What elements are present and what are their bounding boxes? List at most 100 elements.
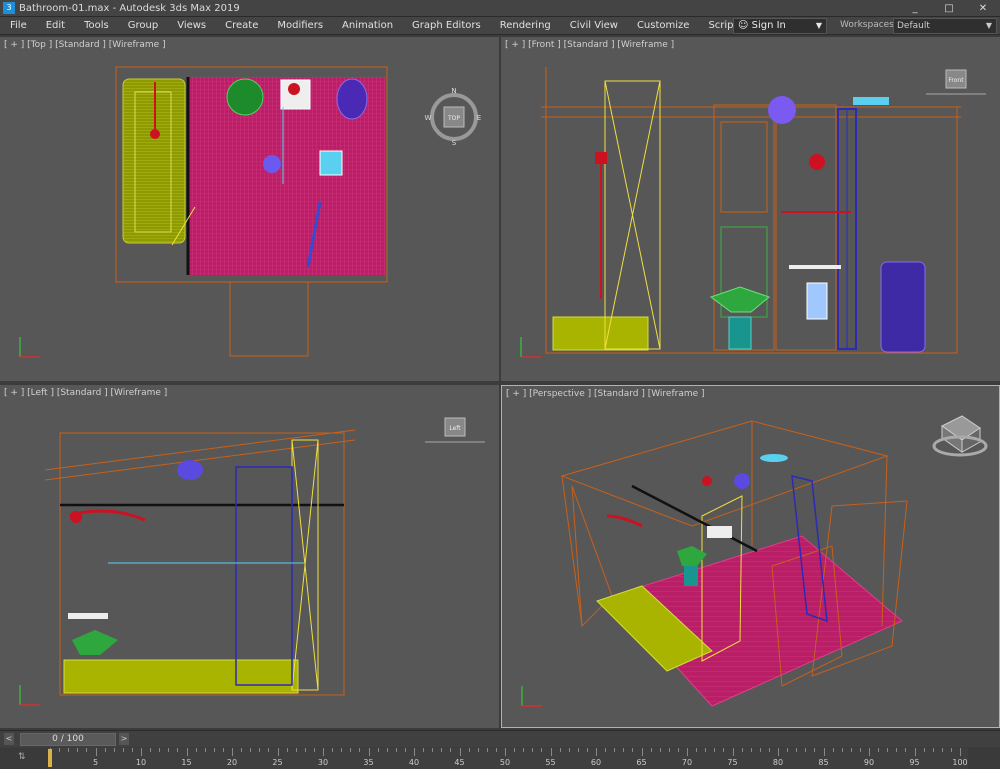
ruler-tick-label: 40 xyxy=(408,758,420,767)
ruler-minor-tick xyxy=(796,748,798,752)
ruler-minor-tick xyxy=(186,748,188,756)
menu-animation[interactable]: Animation xyxy=(342,20,393,31)
frame-counter[interactable]: 0 / 100 xyxy=(20,733,116,746)
menu-edit[interactable]: Edit xyxy=(46,20,65,31)
maximize-button[interactable]: □ xyxy=(932,0,966,17)
track-bar-icon[interactable]: ⇅ xyxy=(18,752,26,762)
minimize-button[interactable]: _ xyxy=(898,0,932,17)
ruler-minor-tick xyxy=(432,748,434,752)
menu-civil-view[interactable]: Civil View xyxy=(570,20,618,31)
viewport-label-top[interactable]: [ + ] [Top ] [Standard ] [Wireframe ] xyxy=(4,40,166,50)
ruler-minor-tick xyxy=(159,748,161,752)
ruler-tick-label: 45 xyxy=(454,758,465,767)
menu-modifiers[interactable]: Modifiers xyxy=(277,20,323,31)
menu-graph-editors[interactable]: Graph Editors xyxy=(412,20,481,31)
axis-gizmo xyxy=(19,337,40,358)
ruler-minor-tick xyxy=(486,748,488,752)
svg-text:Left: Left xyxy=(449,425,461,432)
ruler-minor-tick xyxy=(150,748,152,752)
plant xyxy=(226,78,264,116)
ruler-minor-tick xyxy=(77,748,79,752)
view-cube-left: Left xyxy=(425,417,485,443)
ruler-minor-tick xyxy=(304,748,306,752)
ruler-minor-tick xyxy=(541,748,543,752)
menu-views[interactable]: Views xyxy=(177,20,206,31)
title-bar: 3 Bathroom-01.max - Autodesk 3ds Max 201… xyxy=(0,0,1000,17)
time-slider[interactable]: < 0 / 100 > xyxy=(0,730,1000,747)
ruler-minor-tick xyxy=(113,748,115,752)
sign-in-dropdown[interactable]: ☺ Sign In ▼ xyxy=(733,18,827,34)
ruler-minor-tick xyxy=(514,748,516,752)
svg-text:E: E xyxy=(477,114,481,122)
time-slider-thumb[interactable] xyxy=(48,749,52,767)
window-title: Bathroom-01.max - Autodesk 3ds Max 2019 xyxy=(19,2,240,14)
plant-left xyxy=(72,630,118,655)
ruler-minor-tick xyxy=(696,748,698,752)
menu-customize[interactable]: Customize xyxy=(637,20,690,31)
ruler-minor-tick xyxy=(750,748,752,752)
menu-group[interactable]: Group xyxy=(128,20,158,31)
ruler-minor-tick xyxy=(104,748,106,752)
door-space xyxy=(229,281,309,357)
ruler-minor-tick xyxy=(741,748,743,752)
sink-left xyxy=(68,613,108,619)
viewport-perspective[interactable]: [ + ] [Perspective ] [Standard ] [Wirefr… xyxy=(501,385,1000,728)
ruler-tick-label: 70 xyxy=(681,758,693,767)
track-bar[interactable]: ⇅ 5 10 15 20 25 30 35 40 45 50 55 60 65 70 75 80 85 90 95 1… xyxy=(0,748,1000,769)
ruler-tick-label: 65 xyxy=(636,758,647,767)
view-cube-persp xyxy=(932,415,988,457)
viewport-label-perspective[interactable]: [ + ] [Perspective ] [Standard ] [Wirefr… xyxy=(506,389,705,399)
ruler-tick-label: 20 xyxy=(226,758,238,767)
ruler-tick-label: 85 xyxy=(818,758,829,767)
viewport-label-front[interactable]: [ + ] [Front ] [Standard ] [Wireframe ] xyxy=(505,40,674,50)
ruler-minor-tick xyxy=(859,748,861,752)
ruler-minor-tick xyxy=(395,748,397,752)
menu-rendering[interactable]: Rendering xyxy=(500,20,551,31)
bathtub-left xyxy=(63,659,299,694)
ruler-tick-label: 30 xyxy=(317,758,329,767)
menu-file[interactable]: File xyxy=(10,20,27,31)
menu-tools[interactable]: Tools xyxy=(84,20,109,31)
ruler-minor-tick xyxy=(122,748,124,752)
ruler-minor-tick xyxy=(68,748,70,752)
ruler-tick-label: 50 xyxy=(499,758,511,767)
axis-gizmo xyxy=(521,686,542,707)
ruler-tick-label: 5 xyxy=(92,758,99,767)
ruler-minor-tick xyxy=(332,748,334,752)
ruler-minor-tick xyxy=(168,748,170,752)
ruler-minor-tick xyxy=(341,748,343,752)
ruler-minor-tick xyxy=(659,748,661,752)
ruler-minor-tick xyxy=(450,748,452,752)
viewport-left[interactable]: [ + ] [Left ] [Standard ] [Wireframe ] L… xyxy=(0,385,499,728)
ruler-minor-tick xyxy=(805,748,807,752)
ruler-minor-tick xyxy=(723,748,725,752)
ruler-tick-label: 35 xyxy=(363,758,374,767)
time-prev-button[interactable]: < xyxy=(4,733,14,745)
ruler-minor-tick xyxy=(177,748,179,752)
svg-text:Front: Front xyxy=(948,77,964,84)
ruler-minor-tick xyxy=(941,748,943,752)
ruler-minor-tick xyxy=(423,748,425,752)
workspaces-value: Default xyxy=(897,21,930,31)
viewport-top[interactable]: [ + ] [Top ] [Standard ] [Wireframe ] TO… xyxy=(0,37,499,381)
ruler-minor-tick xyxy=(668,748,670,752)
ruler-minor-tick xyxy=(86,748,88,752)
ruler-minor-tick xyxy=(878,748,880,752)
ruler-minor-tick xyxy=(59,748,61,752)
ruler-minor-tick xyxy=(869,748,870,756)
viewport-label-left[interactable]: [ + ] [Left ] [Standard ] [Wireframe ] xyxy=(4,388,167,398)
ruler-minor-tick xyxy=(532,748,534,752)
time-next-button[interactable]: > xyxy=(119,733,129,745)
ruler-minor-tick xyxy=(477,748,479,752)
ruler-minor-tick xyxy=(495,748,497,752)
viewport-front[interactable]: [ + ] [Front ] [Standard ] [Wireframe ] xyxy=(501,37,1000,381)
ruler-minor-tick xyxy=(577,748,579,752)
ruler-minor-tick xyxy=(277,748,279,756)
ruler-minor-tick xyxy=(960,748,961,756)
menu-create[interactable]: Create xyxy=(225,20,258,31)
close-button[interactable]: ✕ xyxy=(966,0,1000,17)
ruler-minor-tick xyxy=(505,748,506,756)
workspaces-select[interactable]: Default ▼ xyxy=(893,18,997,34)
ruler-minor-tick xyxy=(914,748,916,756)
ruler-minor-tick xyxy=(323,748,324,756)
